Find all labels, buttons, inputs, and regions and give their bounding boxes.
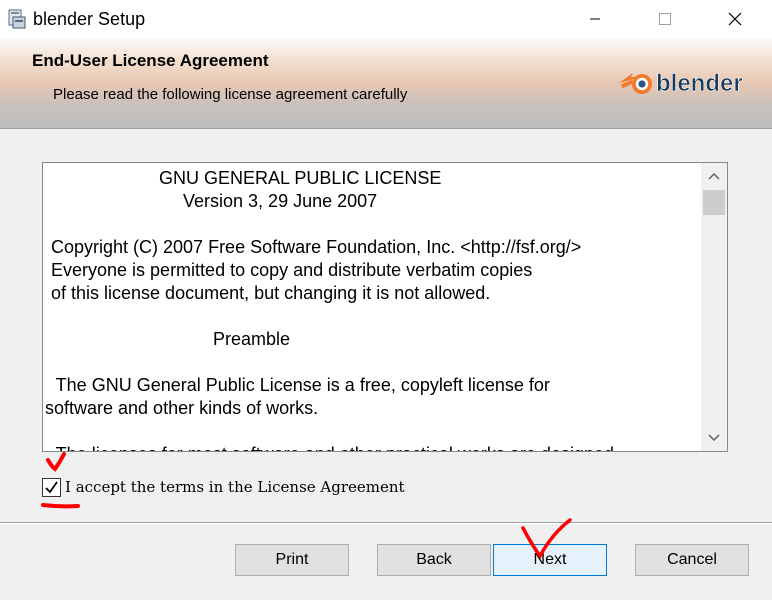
scroll-thumb[interactable] [703, 190, 725, 215]
minimize-button[interactable] [572, 0, 618, 38]
blender-logo: blender [619, 70, 743, 97]
installer-icon [8, 9, 26, 29]
chevron-up-icon [708, 172, 720, 180]
maximize-icon [659, 13, 671, 25]
scroll-up-button[interactable] [701, 163, 727, 189]
license-line: GNU GENERAL PUBLIC LICENSE [159, 168, 442, 188]
license-line: software and other kinds of works. [45, 398, 319, 418]
page-title: End-User License Agreement [32, 51, 269, 70]
minimize-icon [590, 18, 600, 20]
footer-separator [0, 522, 772, 524]
maximize-button[interactable] [642, 0, 688, 38]
license-line: Copyright (C) 2007 Free Software Foundat… [51, 237, 582, 257]
checkmark-icon [45, 480, 58, 493]
window-title: blender Setup [33, 9, 146, 29]
title-bar: blender Setup [0, 0, 772, 38]
license-line: Everyone is permitted to copy and distri… [51, 260, 533, 280]
cancel-button[interactable]: Cancel [635, 544, 749, 576]
license-line: Preamble [213, 329, 291, 349]
back-button[interactable]: Back [377, 544, 491, 576]
blender-logo-icon [619, 73, 652, 94]
blender-logo-text: blender [656, 70, 743, 97]
accept-terms-label[interactable]: I accept the terms in the License Agreem… [65, 478, 405, 496]
license-line: The GNU General Public License is a free… [51, 375, 550, 395]
annotation-small-check [46, 452, 66, 472]
page-subtitle: Please read the following license agreem… [53, 86, 408, 103]
print-button[interactable]: Print [235, 544, 349, 576]
accept-terms-checkbox[interactable] [42, 477, 61, 497]
license-line: of this license document, but changing i… [51, 283, 491, 303]
license-textbox[interactable]: GNU GENERAL PUBLIC LICENSE Version 3, 29… [42, 162, 728, 452]
close-button[interactable] [712, 0, 758, 38]
header-banner: End-User License Agreement Please read t… [0, 38, 772, 129]
annotation-underline [41, 503, 80, 509]
license-scrollbar[interactable] [701, 163, 727, 451]
license-line: The licenses for most software and other… [51, 443, 614, 451]
chevron-down-icon [708, 434, 720, 442]
license-line: Version 3, 29 June 2007 [183, 191, 378, 211]
license-text: GNU GENERAL PUBLIC LICENSE Version 3, 29… [43, 163, 699, 451]
next-button[interactable]: Next [493, 544, 607, 576]
scroll-down-button[interactable] [701, 425, 727, 451]
close-icon [728, 12, 742, 26]
accept-terms-row[interactable]: I accept the terms in the License Agreem… [42, 476, 405, 498]
